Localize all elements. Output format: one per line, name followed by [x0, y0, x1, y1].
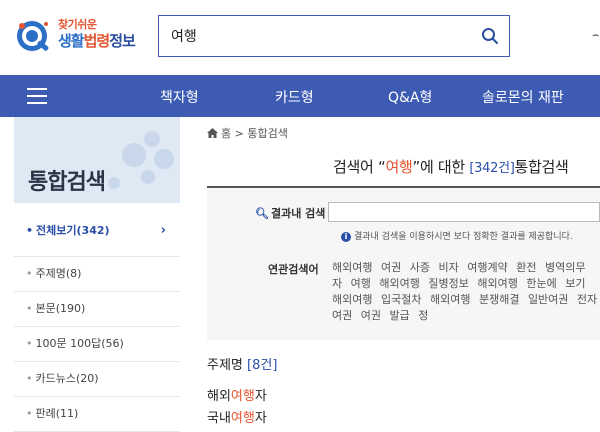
related-keyword-link[interactable]: 여행	[351, 277, 371, 290]
search-icon[interactable]	[481, 27, 499, 45]
sidebar-item-all[interactable]: • 전체보기(342) ›	[14, 203, 180, 257]
related-keywords-label: 연관검색어	[268, 263, 319, 276]
search-box	[158, 15, 510, 57]
related-keyword-link[interactable]: 해외여행	[332, 261, 372, 274]
related-keyword-link[interactable]: 여행계약	[467, 261, 507, 274]
nav-item-book[interactable]: 책자형	[160, 87, 199, 107]
breadcrumb-home[interactable]: 홈	[221, 127, 231, 140]
related-keyword-link[interactable]: 여권	[381, 261, 401, 274]
breadcrumb: 홈 > 통합검색	[207, 125, 288, 141]
sidebar-item-subject[interactable]: • 주제명(8)	[14, 257, 180, 292]
nav-item-solomon[interactable]: 솔로몬의 재판	[482, 87, 564, 107]
site-logo[interactable]: 찾기쉬운 생활법령정보	[12, 12, 142, 58]
nav-item-card[interactable]: 카드형	[275, 87, 314, 107]
logo-emblem-icon	[17, 21, 49, 51]
result-keyword: 여행	[385, 158, 413, 176]
related-keyword-link[interactable]: 입국절차	[381, 293, 421, 306]
sidebar-item-precedent[interactable]: • 판례(11)	[14, 397, 180, 432]
related-keyword-link[interactable]: 해외여행	[332, 293, 372, 306]
result-item[interactable]: 해외여행자	[207, 385, 267, 404]
related-keyword-link[interactable]: 환전	[516, 261, 536, 274]
search-input[interactable]	[159, 16, 469, 56]
breadcrumb-separator: >	[234, 127, 244, 140]
result-item[interactable]: 국내여행자	[207, 407, 267, 426]
sidebar-menu: • 전체보기(342) › • 주제명(8) • 본문(190) • 100문 100답(…	[14, 203, 180, 432]
sidebar-item-cardnews[interactable]: • 카드뉴스(20)	[14, 362, 180, 397]
related-keyword-link[interactable]: 정	[418, 309, 428, 322]
related-keyword-link[interactable]: 한눈에	[526, 277, 556, 290]
result-title: 검색어 “여행”에 대한 [342건]통합검색	[333, 158, 569, 176]
related-keyword-link[interactable]: 질병정보	[428, 277, 468, 290]
header-util-link[interactable]: ⌢	[592, 28, 599, 42]
nav-item-qna[interactable]: Q&A형	[388, 87, 432, 107]
sidebar-title: 통합검색	[28, 170, 106, 195]
related-keywords: 해외여행 여권 사증 비자 여행계약 환전 병역의무자 여행 해외여행 질병정보…	[332, 260, 600, 326]
subject-heading: 주제명 [8건]	[207, 358, 278, 373]
inner-search-input[interactable]	[328, 202, 600, 222]
sidebar-item-faq[interactable]: • 100문 100답(56)	[14, 327, 180, 362]
related-keyword-link[interactable]: 여권	[361, 309, 381, 322]
result-count: [342건]	[469, 161, 515, 176]
subject-count: [8건]	[247, 358, 278, 373]
logo-title: 생활법령정보	[58, 32, 136, 50]
info-icon: i	[341, 232, 351, 242]
related-keyword-link[interactable]: 분쟁해결	[479, 293, 519, 306]
related-keyword-link[interactable]: 비자	[438, 261, 458, 274]
related-keyword-link[interactable]: 해외여행	[379, 277, 419, 290]
home-icon[interactable]	[207, 128, 218, 138]
magnifier-icon: 🔍︎	[255, 207, 269, 220]
breadcrumb-current: 통합검색	[247, 127, 288, 140]
inner-search-label: 🔍︎ 결과내 검색	[255, 207, 326, 220]
related-keyword-link[interactable]: 해외여행	[430, 293, 470, 306]
sidebar-banner: 통합검색	[14, 117, 180, 203]
related-keyword-link[interactable]: 해외여행	[477, 277, 517, 290]
sidebar-item-body[interactable]: • 본문(190)	[14, 292, 180, 327]
site-header: 찾기쉬운 생활법령정보 ⌢	[0, 0, 600, 75]
hamburger-menu-icon[interactable]	[27, 88, 47, 104]
related-keyword-link[interactable]: 보기	[565, 277, 585, 290]
related-keyword-link[interactable]: 사증	[410, 261, 430, 274]
related-keyword-link[interactable]: 일반여권	[528, 293, 568, 306]
inner-search-note: i 결과내 검색을 이용하시면 보다 정확한 결과를 제공합니다.	[341, 229, 573, 242]
related-keyword-link[interactable]: 발급	[390, 309, 410, 322]
main-nav: 책자형 카드형 Q&A형 솔로몬의 재판	[0, 75, 600, 117]
chevron-right-icon: ›	[160, 223, 166, 238]
